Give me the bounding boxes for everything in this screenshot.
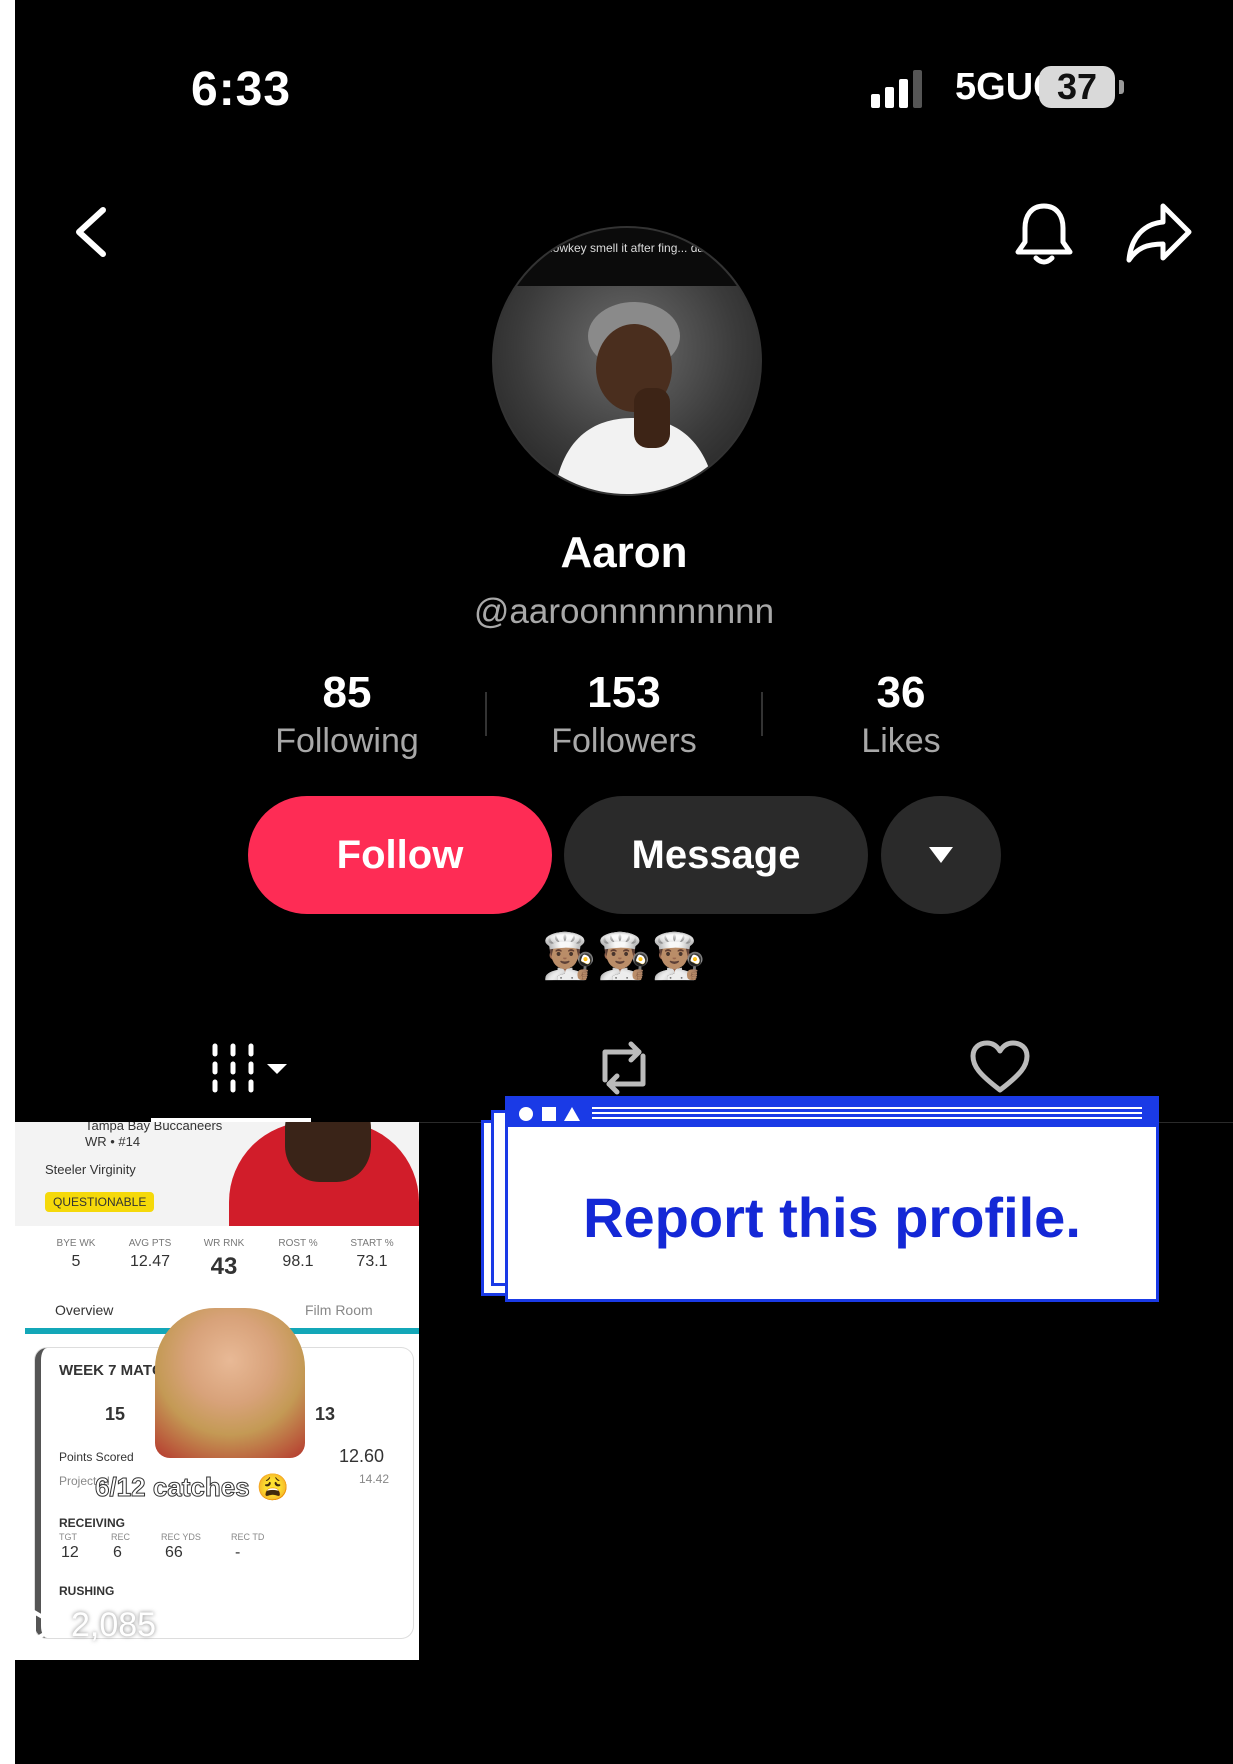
stat-cell: ROST % 98.1: [278, 1238, 318, 1270]
display-name: Aaron: [560, 528, 688, 577]
stat-followers[interactable]: 153 Followers: [504, 668, 744, 761]
chevron-down-icon: [929, 847, 953, 863]
score-left: 15: [105, 1404, 126, 1424]
film-room-tab: Film Room: [305, 1302, 373, 1318]
receiving-header: REC YDS: [161, 1532, 201, 1542]
stat-cell: START % 73.1: [350, 1238, 394, 1270]
stat-cell: BYE WK 5: [56, 1238, 96, 1270]
following-label: Following: [275, 722, 419, 760]
followers-count: 153: [587, 668, 661, 717]
more-options-button[interactable]: [881, 796, 1001, 914]
bio: 👨🏽‍🍳👨🏽‍🍳👨🏽‍🍳: [541, 932, 707, 981]
stat-following[interactable]: 85 Following: [227, 668, 467, 761]
league-name: Steeler Virginity: [45, 1162, 136, 1177]
receiving-value: -: [235, 1544, 241, 1561]
player-head: [285, 1122, 371, 1182]
battery-indicator: 37: [1039, 66, 1115, 108]
popup-title-bar: [508, 1099, 1156, 1127]
week-label: WEEK 7 MATC: [59, 1362, 163, 1379]
followers-label: Followers: [551, 722, 697, 760]
stat-cell: WR RNK 43: [203, 1238, 245, 1280]
report-profile-text[interactable]: Report this profile.: [508, 1185, 1156, 1250]
points-value: 12.60: [339, 1446, 385, 1466]
avatar-portrait: [554, 302, 716, 494]
status-time: 6:33: [191, 63, 292, 116]
receiving-value: 12: [61, 1544, 79, 1561]
status-badge: QUESTIONABLE: [45, 1192, 155, 1212]
score-right: 13: [315, 1404, 336, 1424]
play-icon: [32, 1609, 60, 1642]
video-thumbnail[interactable]: Tampa Bay Buccaneers WR • #14 Steeler Vi…: [15, 1122, 419, 1660]
follow-button[interactable]: Follow: [248, 796, 552, 914]
view-count: 2,085: [31, 1606, 156, 1645]
player-card-header: Tampa Bay Buccaneers WR • #14 Steeler Vi…: [15, 1122, 419, 1226]
stat-divider: [485, 692, 487, 736]
stat-divider: [761, 692, 763, 736]
receiving-header: REC TD: [231, 1532, 265, 1542]
receiving-value: 66: [165, 1544, 183, 1561]
player-position: WR • #14: [85, 1134, 141, 1149]
avatar[interactable]: lowkey smell it after fing... date: [492, 226, 762, 496]
message-button[interactable]: Message: [564, 796, 868, 914]
bell-icon[interactable]: [1013, 200, 1075, 266]
liked-tab-icon[interactable]: [969, 1040, 1031, 1096]
receiving-label: RECEIVING: [59, 1516, 126, 1530]
reaction-image: [155, 1308, 305, 1458]
overview-tab: Overview: [55, 1302, 114, 1318]
report-popup[interactable]: Report this profile.: [481, 1096, 1159, 1308]
stat-cell: AVG PTS 12.47: [128, 1238, 172, 1270]
video-caption: 6/12 catches 😩: [94, 1472, 290, 1503]
likes-label: Likes: [861, 722, 941, 760]
share-icon[interactable]: [1125, 202, 1193, 264]
projected-value: 14.42: [359, 1472, 390, 1486]
back-icon[interactable]: [69, 204, 113, 260]
username: @aaroonnnnnnnnn: [473, 592, 775, 631]
profile-screen: 6:33 5GUC 37 lowkey smell it after fing.…: [15, 0, 1233, 1764]
window-controls-icon: [519, 1107, 580, 1121]
receiving-value: 6: [113, 1544, 122, 1561]
repost-tab-icon[interactable]: [591, 1040, 657, 1096]
view-count-value: 2,085: [71, 1606, 157, 1644]
receiving-header: REC: [111, 1532, 131, 1542]
battery-tip: [1119, 80, 1124, 94]
team-name: Tampa Bay Buccaneers: [85, 1122, 223, 1133]
title-bar-stripes: [592, 1107, 1142, 1119]
signal-icon: [871, 70, 922, 108]
videos-tab-icon[interactable]: [207, 1040, 307, 1096]
rushing-label: RUSHING: [59, 1584, 115, 1598]
points-label: Points Scored: [59, 1450, 134, 1464]
receiving-header: TGT: [59, 1532, 77, 1542]
likes-count: 36: [876, 668, 926, 717]
popup-window: Report this profile.: [505, 1096, 1159, 1302]
stat-likes[interactable]: 36 Likes: [781, 668, 1021, 761]
following-count: 85: [322, 668, 372, 717]
